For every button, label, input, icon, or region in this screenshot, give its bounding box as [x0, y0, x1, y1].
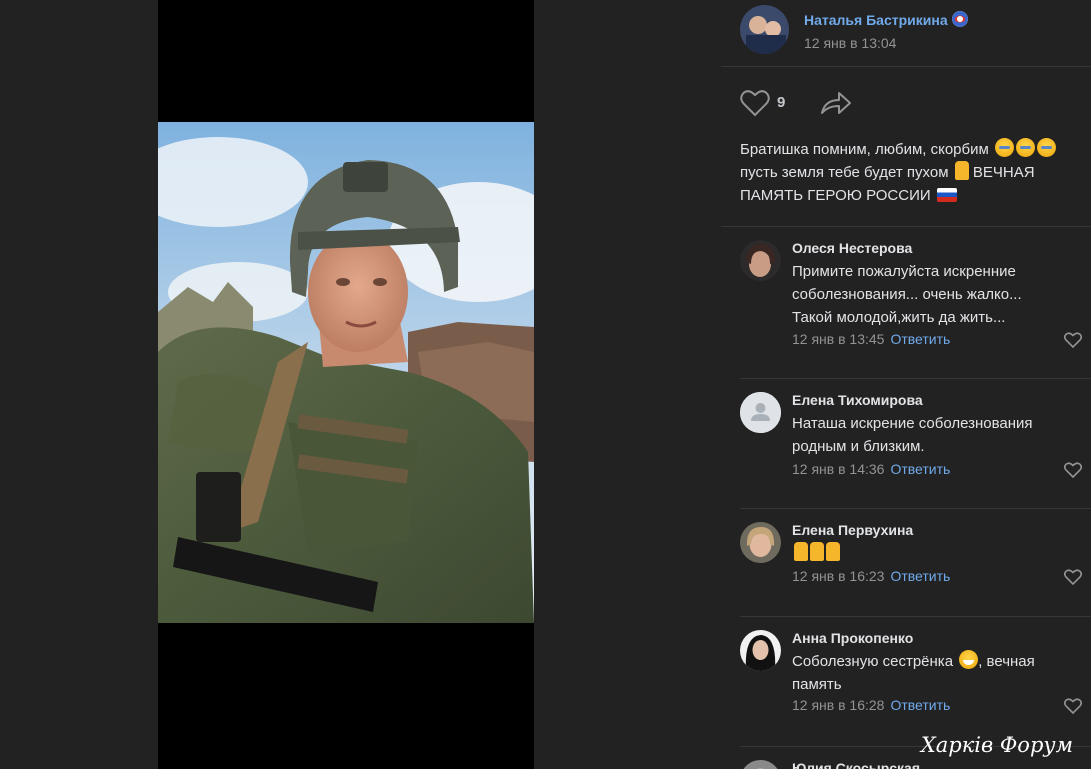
post-time[interactable]: 12 янв в 13:04: [804, 35, 896, 51]
photo-viewer: [0, 0, 721, 769]
commenter-name[interactable]: Елена Тихомирова: [792, 392, 923, 408]
comment-meta: 12 янв в 13:45 Ответить: [792, 331, 950, 347]
commenter-avatar[interactable]: [740, 392, 781, 433]
divider: [740, 616, 1091, 617]
commenter-name[interactable]: Юлия Скосырская: [792, 760, 920, 769]
commenter-avatar[interactable]: [740, 522, 781, 563]
photo-illustration: [158, 122, 534, 623]
heart-outline-icon: [1063, 698, 1083, 715]
heart-outline-icon: [1063, 462, 1083, 479]
reply-button[interactable]: Ответить: [890, 331, 950, 347]
divider: [740, 378, 1091, 379]
reply-button[interactable]: Ответить: [890, 568, 950, 584]
comment-time[interactable]: 12 янв в 13:45: [792, 331, 884, 347]
watermark: Харків Форум: [920, 733, 1073, 757]
share-arrow-icon: [821, 92, 851, 114]
author-avatar[interactable]: [740, 5, 789, 54]
comment-like-button[interactable]: [1063, 332, 1083, 353]
post-text: Братишка помним, любим, скорбим пусть зе…: [740, 138, 1085, 207]
commenter-name[interactable]: Олеся Нестерова: [792, 240, 912, 256]
heart-outline-icon: [1063, 569, 1083, 586]
comment-meta: 12 янв в 16:23 Ответить: [792, 568, 950, 584]
comment-meta: 12 янв в 14:36 Ответить: [792, 461, 950, 477]
crying-face-icon: [1015, 138, 1035, 157]
crying-face-icon: [1036, 138, 1056, 157]
divider: [740, 508, 1091, 509]
comment-meta: 12 янв в 16:28 Ответить: [792, 697, 950, 713]
comment-time[interactable]: 12 янв в 14:36: [792, 461, 884, 477]
commenter-name[interactable]: Елена Первухина: [792, 522, 913, 538]
commenter-avatar[interactable]: [740, 760, 781, 769]
comment-text: Примите пожалуйста искренние соболезнова…: [792, 263, 1022, 326]
photo-frame: [158, 0, 534, 769]
author-name[interactable]: Наталья Бастрикина: [804, 11, 968, 28]
grimacing-face-icon: [959, 650, 979, 669]
comment-text: Соболезную сестрёнка , вечная память: [792, 650, 1067, 696]
like-count: 9: [777, 94, 786, 111]
comment-text: [792, 542, 1067, 565]
praying-hands-icon: [810, 542, 824, 561]
praying-hands-icon: [954, 161, 969, 180]
reply-button[interactable]: Ответить: [890, 697, 950, 713]
post-header: Наталья Бастрикина 12 янв в 13:04: [721, 0, 1091, 67]
post-photo[interactable]: [158, 122, 534, 623]
post-panel: Наталья Бастрикина 12 янв в 13:04 9 Брат…: [721, 0, 1091, 769]
divider: [721, 226, 1091, 227]
person-silhouette-icon: [740, 392, 781, 433]
heart-outline-icon: [740, 90, 770, 117]
verified-badge-icon: [951, 11, 968, 27]
comment-like-button[interactable]: [1063, 462, 1083, 483]
russia-flag-icon: [936, 188, 957, 202]
heart-outline-icon: [1063, 332, 1083, 349]
commenter-name[interactable]: Анна Прокопенко: [792, 630, 913, 646]
commenter-avatar[interactable]: [740, 630, 781, 671]
comment-time[interactable]: 12 янв в 16:28: [792, 697, 884, 713]
share-button[interactable]: [820, 90, 852, 121]
commenter-avatar[interactable]: [740, 240, 781, 281]
comment-text: Наташа искрение соболезнования родным и …: [792, 415, 1033, 455]
praying-hands-icon: [826, 542, 840, 561]
crying-face-icon: [994, 138, 1014, 157]
comment-like-button[interactable]: [1063, 569, 1083, 590]
like-button[interactable]: [740, 89, 770, 122]
comment-time[interactable]: 12 янв в 16:23: [792, 568, 884, 584]
reply-button[interactable]: Ответить: [890, 461, 950, 477]
praying-hands-icon: [794, 542, 808, 561]
comment-like-button[interactable]: [1063, 698, 1083, 719]
